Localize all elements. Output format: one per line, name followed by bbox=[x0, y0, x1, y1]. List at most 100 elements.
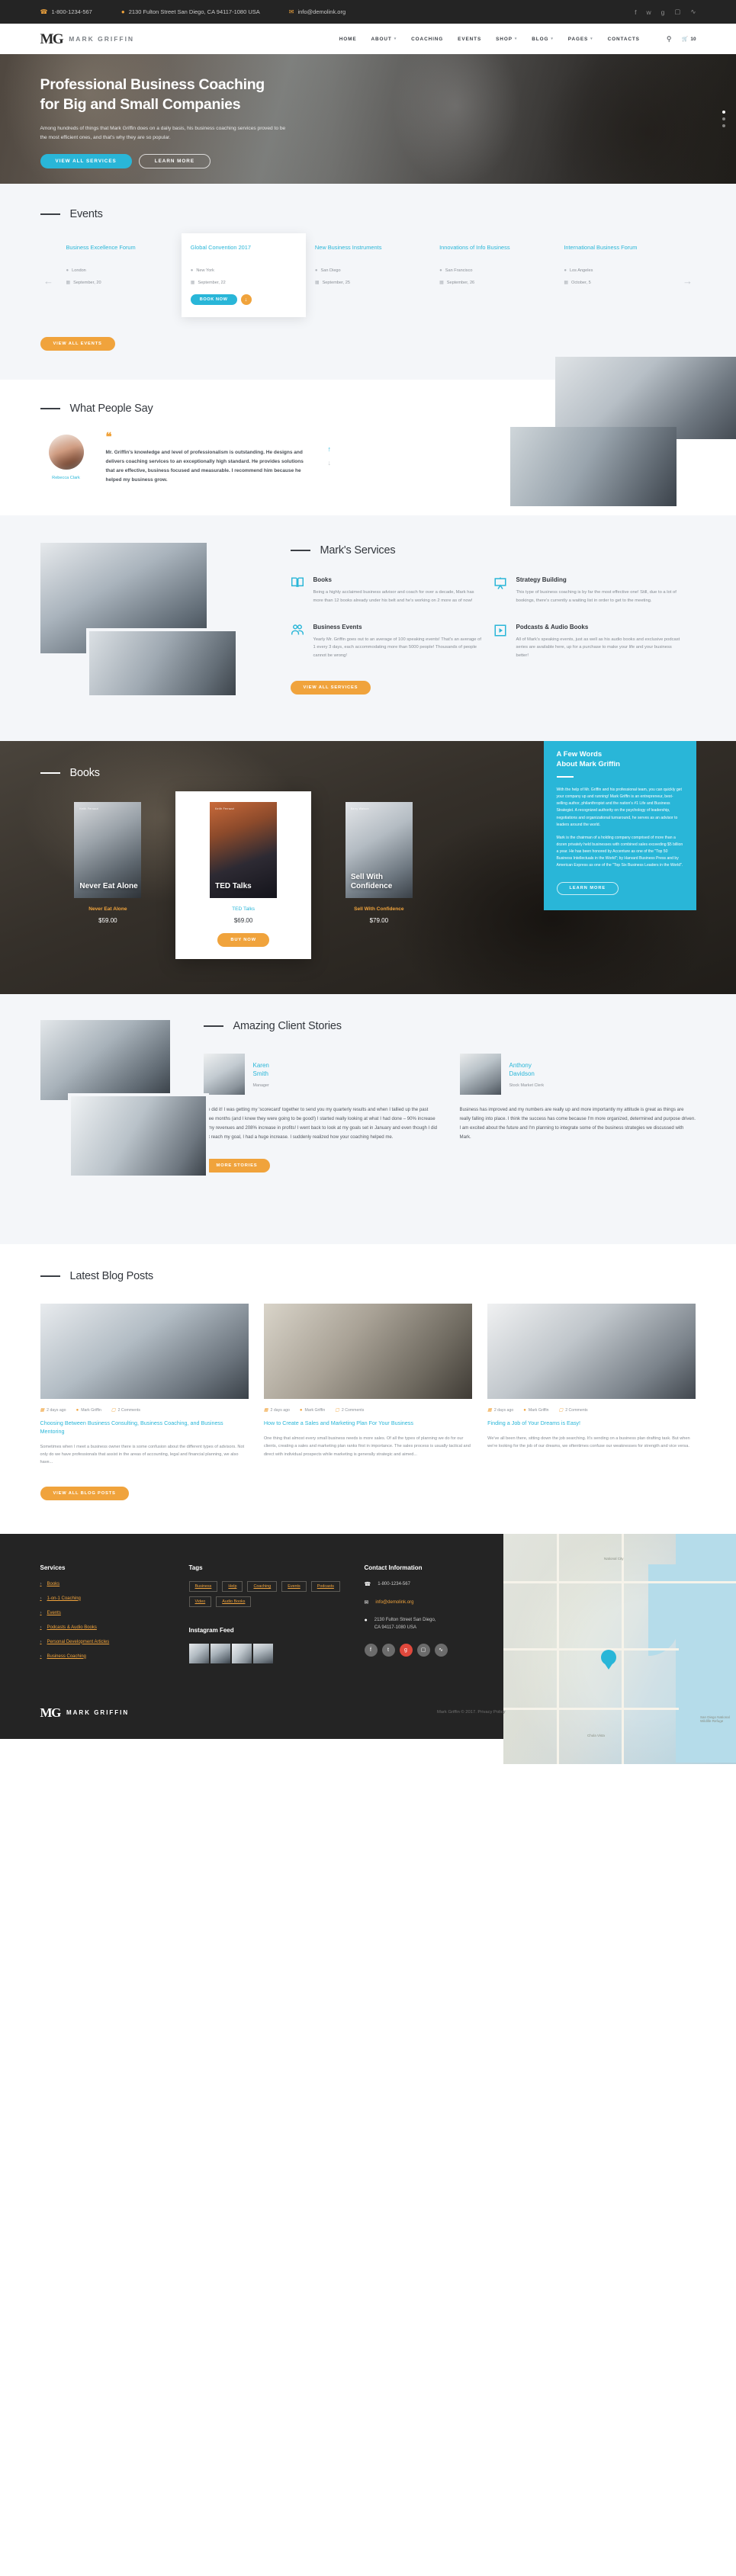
blog-post-author: ● Mark Griffin bbox=[76, 1407, 101, 1413]
blog-post-title[interactable]: Finding a Job of Your Dreams is Easy! bbox=[487, 1420, 696, 1428]
instagram-thumb-2[interactable] bbox=[210, 1643, 230, 1663]
instagram-thumb-3[interactable] bbox=[231, 1643, 252, 1663]
footer-link-events[interactable]: › Events bbox=[40, 1610, 189, 1617]
search-icon[interactable]: ⚲ bbox=[667, 35, 672, 43]
more-stories-button[interactable]: MORE STORIES bbox=[203, 1158, 271, 1173]
stories-photo-2 bbox=[67, 1093, 209, 1179]
instagram-thumb-1[interactable] bbox=[188, 1643, 209, 1663]
twitter-icon[interactable]: t bbox=[381, 1643, 395, 1657]
hero-dot-2[interactable] bbox=[722, 117, 725, 120]
calendar-icon: ▦ bbox=[314, 281, 320, 285]
instagram-thumb-4[interactable] bbox=[252, 1643, 273, 1663]
topbar-email[interactable]: ✉ info@demolink.org bbox=[289, 8, 346, 15]
nav-item-pages[interactable]: PAGES ▾ bbox=[568, 37, 593, 42]
about-learn-more-button[interactable]: LEARN MORE bbox=[556, 881, 619, 895]
chevron-right-icon: › bbox=[40, 1654, 42, 1659]
instagram-icon[interactable]: ▢ bbox=[416, 1643, 430, 1657]
nav-item-contacts[interactable]: CONTACTS bbox=[608, 37, 640, 42]
event-card[interactable]: New Business Instruments ● San Diego ▦ Sep… bbox=[306, 243, 430, 317]
service-name: Books bbox=[313, 576, 332, 584]
event-book-now-button[interactable]: BOOK NOW bbox=[190, 294, 237, 305]
rss-icon[interactable]: ∿ bbox=[434, 1643, 448, 1657]
envelope-icon: ✉ bbox=[364, 1599, 369, 1606]
google-plus-icon[interactable]: g bbox=[661, 8, 665, 16]
book-cover-author: Keith Ferrazzi bbox=[79, 807, 99, 811]
hero-dot-1[interactable] bbox=[722, 111, 725, 114]
event-city: Los Angeles bbox=[569, 268, 593, 273]
tag-help[interactable]: Help bbox=[222, 1580, 243, 1592]
instagram-icon[interactable]: ▢ bbox=[674, 8, 680, 16]
book-card-active[interactable]: Keith Ferrazzi TED Talks TED Talks $69.0… bbox=[175, 791, 311, 960]
view-all-blog-posts-button[interactable]: VIEW ALL BLOG POSTS bbox=[40, 1486, 129, 1500]
envelope-icon: ✉ bbox=[288, 8, 294, 15]
tag-events[interactable]: Events bbox=[281, 1580, 307, 1592]
title-dash bbox=[40, 213, 60, 215]
blog-post-card[interactable]: ▦ 2 days ago ● Mark Griffin ▢ 2 Comments Fi… bbox=[487, 1304, 696, 1467]
footer-logo-monogram: MG bbox=[40, 1705, 62, 1720]
service-item-strategy-building[interactable]: Strategy Building This type of business … bbox=[493, 576, 696, 605]
blog-post-title[interactable]: How to Create a Sales and Marketing Plan… bbox=[264, 1420, 472, 1428]
tag-audio-books[interactable]: Audio Books bbox=[216, 1596, 252, 1607]
event-city: London bbox=[72, 268, 86, 273]
hero-learn-more-button[interactable]: LEARN MORE bbox=[138, 153, 211, 168]
hero-view-services-button[interactable]: VIEW ALL SERVICES bbox=[40, 153, 132, 168]
nav-item-blog[interactable]: BLOG ▾ bbox=[532, 37, 553, 42]
events-prev-arrow[interactable]: ← bbox=[40, 243, 57, 287]
rss-icon[interactable]: ∿ bbox=[690, 8, 696, 16]
event-card[interactable]: International Business Forum ● Los Angele… bbox=[554, 243, 679, 317]
site-logo[interactable]: MG MARK GRIFFIN bbox=[40, 32, 135, 47]
service-name: Business Events bbox=[313, 623, 362, 630]
service-item-podcasts[interactable]: Podcasts & Audio Books All of Mark's spe… bbox=[493, 624, 696, 660]
footer-email-link[interactable]: info@demolink.org bbox=[375, 1599, 413, 1606]
nav-item-shop[interactable]: SHOP ▾ bbox=[496, 37, 517, 42]
about-panel-title: A Few Words About Mark Griffin bbox=[557, 749, 683, 769]
book-price: $69.00 bbox=[233, 917, 253, 925]
phone-icon: ☎ bbox=[40, 8, 48, 15]
tag-coaching[interactable]: Coaching bbox=[247, 1580, 278, 1592]
view-all-events-button[interactable]: VIEW ALL EVENTS bbox=[40, 337, 115, 351]
nav-item-home[interactable]: HOME bbox=[339, 37, 357, 42]
footer-link-podcasts[interactable]: › Podcasts & Audio Books bbox=[40, 1625, 189, 1631]
nav-item-about[interactable]: ABOUT ▾ bbox=[371, 37, 397, 42]
book-card[interactable]: Barry Watson Sell With Confidence Sell W… bbox=[311, 802, 447, 924]
footer-link-business-coaching[interactable]: › Business Coaching bbox=[40, 1654, 189, 1660]
nav-label: ABOUT bbox=[371, 36, 392, 42]
service-item-books[interactable]: Books Being a highly acclaimed business … bbox=[291, 576, 493, 605]
download-icon[interactable]: ↓ bbox=[240, 294, 252, 305]
nav-item-coaching[interactable]: COACHING bbox=[411, 37, 443, 42]
events-next-arrow[interactable]: → bbox=[680, 243, 696, 287]
event-location: ● London bbox=[66, 268, 172, 273]
nav-item-events[interactable]: EVENTS bbox=[458, 37, 481, 42]
google-plus-icon[interactable]: g bbox=[399, 1643, 413, 1657]
testimonial-next-arrow[interactable]: ↓ bbox=[328, 459, 332, 467]
events-section-title: Events bbox=[40, 208, 696, 220]
testimonial-prev-arrow[interactable]: ↑ bbox=[328, 445, 332, 453]
footer-link-coaching[interactable]: › 1-on-1 Coaching bbox=[40, 1596, 189, 1602]
footer-logo[interactable]: MG MARK GRIFFIN bbox=[40, 1706, 130, 1719]
tag-business[interactable]: Business bbox=[188, 1580, 218, 1592]
tag-podcasts[interactable]: Podcasts bbox=[310, 1580, 340, 1592]
service-item-business-events[interactable]: Business Events Yearly Mr. Griffin goes … bbox=[291, 624, 493, 660]
footer-email[interactable]: ✉ info@demolink.org bbox=[365, 1599, 540, 1608]
footer-link-articles[interactable]: › Personal Development Articles bbox=[40, 1639, 189, 1646]
blog-post-card[interactable]: ▦ 2 days ago ● Mark Griffin ▢ 2 Comments Ho… bbox=[263, 1304, 473, 1467]
view-all-services-button[interactable]: VIEW ALL SERVICES bbox=[290, 680, 371, 695]
testimonial-text: Mr. Griffin's knowledge and level of pro… bbox=[105, 450, 304, 483]
event-card[interactable]: Innovations of Info Business ● San Franci… bbox=[430, 243, 554, 317]
blog-post-card[interactable]: ▦ 2 days ago ● Mark Griffin ▢ 2 Comments Ch… bbox=[40, 1304, 249, 1467]
footer-link-books[interactable]: › Books bbox=[40, 1581, 189, 1588]
buy-now-button[interactable]: BUY NOW bbox=[217, 933, 269, 948]
tag-video[interactable]: Video bbox=[188, 1596, 212, 1607]
book-card[interactable]: Keith Ferrazzi Never Eat Alone Never Eat… bbox=[40, 802, 176, 924]
event-card-active[interactable]: Global Convention 2017 ● New York ▦ Septem… bbox=[181, 233, 306, 317]
nav-label: BLOG bbox=[532, 36, 549, 42]
hero-dot-3[interactable] bbox=[722, 124, 725, 127]
blog-post-title[interactable]: Choosing Between Business Consulting, Bu… bbox=[40, 1420, 249, 1436]
facebook-icon[interactable]: f bbox=[635, 8, 636, 16]
cart-button[interactable]: 🛒 10 bbox=[682, 36, 696, 43]
event-card[interactable]: Business Excellence Forum ● London ▦ Septe… bbox=[57, 243, 182, 317]
facebook-icon[interactable]: f bbox=[364, 1643, 378, 1657]
twitter-icon[interactable]: w bbox=[646, 8, 651, 16]
topbar-phone[interactable]: ☎ 1-800-1234-567 bbox=[40, 8, 92, 15]
about-title-line2: About Mark Griffin bbox=[556, 760, 620, 769]
